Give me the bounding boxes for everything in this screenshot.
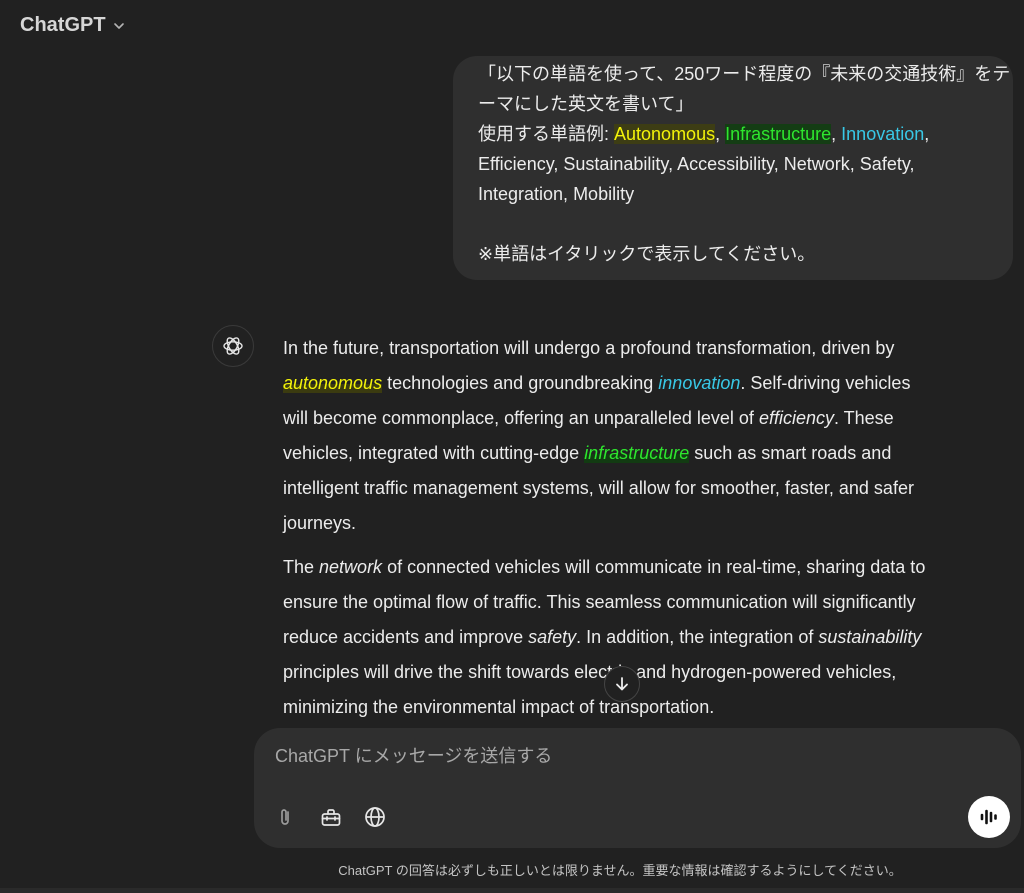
word-infrastructure: infrastructure: [584, 443, 690, 463]
word-network: network: [319, 557, 383, 577]
word-autonomous: autonomous: [283, 373, 383, 393]
text-run: technologies and groundbreaking: [382, 373, 659, 393]
text-run: . These: [833, 408, 894, 428]
assistant-line: minimizing the environmental impact of t…: [283, 697, 715, 717]
user-message-line: Efficiency, Sustainability, Accessibilit…: [478, 154, 915, 174]
text-run: such as smart roads and: [689, 443, 892, 463]
attach-button[interactable]: [268, 800, 302, 834]
assistant-line: The network of connected vehicles will c…: [283, 550, 1003, 585]
web-search-button[interactable]: [358, 800, 392, 834]
separator: ,: [831, 124, 842, 144]
assistant-line: ensure the optimal flow of traffic. This…: [283, 592, 916, 612]
user-message-line: 使用する単語例: Autonomous, Infrastructure, Inn…: [478, 119, 989, 149]
text-run: The: [283, 557, 320, 577]
assistant-line: journeys.: [283, 513, 357, 533]
voice-mode-button[interactable]: [968, 796, 1010, 838]
assistant-line: autonomous technologies and groundbreaki…: [283, 366, 1003, 401]
globe-icon: [365, 807, 385, 827]
word-autonomous: Autonomous: [614, 124, 716, 144]
text-run: will become commonplace, offering an unp…: [283, 408, 759, 428]
word-sustainability: sustainability: [818, 627, 922, 647]
assistant-line: In the future, transportation will under…: [283, 338, 895, 358]
disclaimer: ChatGPT の回答は必ずしも正しいとは限りません。重要な情報は確認するように…: [338, 863, 902, 878]
message-input[interactable]: [275, 746, 955, 767]
assistant-line: principles will drive the shift towards …: [283, 662, 897, 682]
scroll-to-bottom-button[interactable]: [604, 666, 640, 702]
word-innovation: Innovation: [841, 124, 925, 144]
word-innovation: innovation: [658, 373, 741, 393]
arrow-down-icon: [616, 677, 628, 691]
word-efficiency: efficiency: [758, 408, 834, 428]
separator: ,: [924, 124, 930, 144]
assistant-line: intelligent traffic management systems, …: [283, 478, 914, 498]
text-run: vehicles, integrated with cutting-edge: [283, 443, 585, 463]
tools-button[interactable]: [314, 800, 348, 834]
user-message-line: ーマにした英文を書いて」: [478, 94, 694, 114]
text-run: . In addition, the integration of: [576, 627, 819, 647]
header: ChatGPT: [0, 0, 1024, 50]
paperclip-icon: [281, 809, 289, 825]
assistant-message: In the future, transportation will under…: [283, 331, 1003, 734]
model-name: ChatGPT: [20, 13, 106, 36]
text-run: of connected vehicles will communicate i…: [382, 557, 926, 577]
user-message-line: 「以下の単語を使って、250ワード程度の『未来の交通技術』をテ: [478, 64, 1011, 84]
assistant-line: vehicles, integrated with cutting-edge i…: [283, 436, 1003, 471]
assistant-line: reduce accidents and improve safety. In …: [283, 620, 1003, 655]
text-run: reduce accidents and improve: [283, 627, 529, 647]
tools-icon: [321, 809, 341, 826]
assistant-paragraph: In the future, transportation will under…: [283, 331, 1003, 541]
assistant-line: will become commonplace, offering an unp…: [283, 401, 1003, 436]
model-selector[interactable]: ChatGPT: [20, 14, 126, 37]
separator: ,: [715, 124, 726, 144]
word-infrastructure: Infrastructure: [725, 124, 832, 144]
word-list-prefix: 使用する単語例:: [478, 124, 615, 144]
voice-waveform-icon: [980, 809, 997, 825]
text-run: . Self-driving vehicles: [740, 373, 911, 393]
assistant-paragraph: The network of connected vehicles will c…: [283, 550, 1003, 725]
word-safety: safety: [528, 627, 577, 647]
openai-logo-icon: [223, 337, 243, 355]
user-message: 「以下の単語を使って、250ワード程度の『未来の交通技術』をテ ーマにした英文を…: [453, 56, 1013, 280]
divider: [0, 888, 1024, 893]
message-composer: [254, 728, 1021, 848]
chevron-down-icon: [113, 23, 124, 29]
assistant-avatar: [212, 325, 254, 367]
user-message-line: Integration, Mobility: [478, 184, 635, 204]
user-message-line: ※単語はイタリックで表示してください。: [478, 244, 816, 264]
